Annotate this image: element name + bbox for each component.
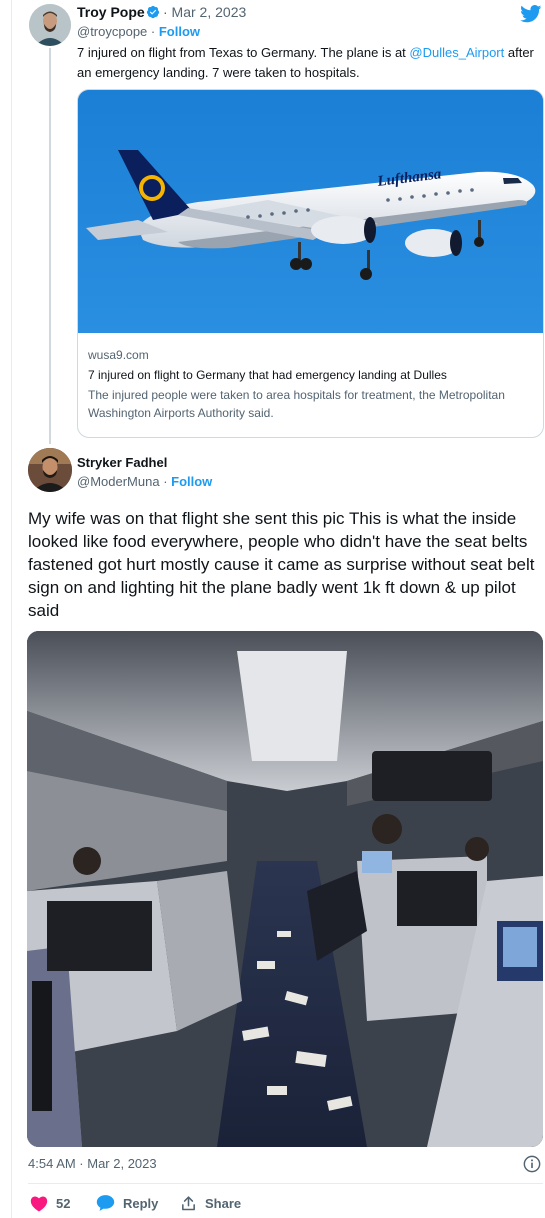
- main-author-handle[interactable]: @ModerMuna: [77, 474, 160, 489]
- page-left-border: [11, 0, 12, 1218]
- link-preview-card[interactable]: Lufthansa wusa9.com 7 injured on flight …: [77, 89, 544, 438]
- like-button[interactable]: 52: [30, 1193, 70, 1213]
- cabin-photo[interactable]: [27, 631, 543, 1147]
- follow-troy-button[interactable]: Follow: [159, 24, 200, 39]
- share-label: Share: [205, 1195, 242, 1211]
- quoted-author-name[interactable]: Troy Pope: [77, 4, 145, 20]
- handle-separator: ·: [147, 24, 159, 39]
- info-icon[interactable]: [523, 1155, 541, 1173]
- actions-divider: [28, 1183, 543, 1184]
- troy-pope-avatar[interactable]: [29, 4, 71, 46]
- share-icon: [182, 1195, 195, 1210]
- main-author-name[interactable]: Stryker Fadhel: [77, 455, 167, 470]
- main-tweet-text: My wife was on that flight she sent this…: [28, 509, 535, 620]
- quoted-tweet-text: 7 injured on flight from Texas to German…: [77, 43, 542, 83]
- card-text-block: wusa9.com 7 injured on flight to Germany…: [88, 347, 533, 422]
- card-domain: wusa9.com: [88, 348, 149, 362]
- follow-stryker-button[interactable]: Follow: [171, 474, 212, 489]
- thread-connector-line: [49, 48, 51, 444]
- heart-icon: [30, 1196, 48, 1211]
- main-author-handle-line: @ModerMuna · Follow: [77, 474, 212, 489]
- tweet-timestamp[interactable]: 4:54 AM · Mar 2, 2023: [28, 1156, 157, 1171]
- like-count: 52: [56, 1195, 71, 1211]
- handle-separator: ·: [159, 474, 172, 489]
- quoted-author-handle[interactable]: @troycpope: [77, 24, 147, 39]
- reply-button[interactable]: Reply: [96, 1193, 158, 1213]
- quoted-tweet-date[interactable]: · Mar 2, 2023: [163, 4, 246, 20]
- mention-dulles-airport-link[interactable]: @Dulles_Airport: [409, 45, 504, 60]
- share-button[interactable]: Share: [180, 1193, 241, 1213]
- stryker-fadhel-avatar[interactable]: [28, 448, 72, 492]
- reply-bubble-icon: [96, 1195, 115, 1211]
- quoted-author-handle-line: @troycpope · Follow: [77, 24, 200, 39]
- reply-label: Reply: [123, 1195, 159, 1211]
- card-image-airplane: Lufthansa: [78, 90, 543, 333]
- card-description: The injured people were taken to area ho…: [88, 388, 505, 420]
- verified-badge-icon: [146, 5, 160, 19]
- quoted-text-part-1: 7 injured on flight from Texas to German…: [77, 45, 410, 60]
- twitter-bird-icon[interactable]: [520, 5, 542, 23]
- card-title: 7 injured on flight to Germany that had …: [88, 368, 447, 382]
